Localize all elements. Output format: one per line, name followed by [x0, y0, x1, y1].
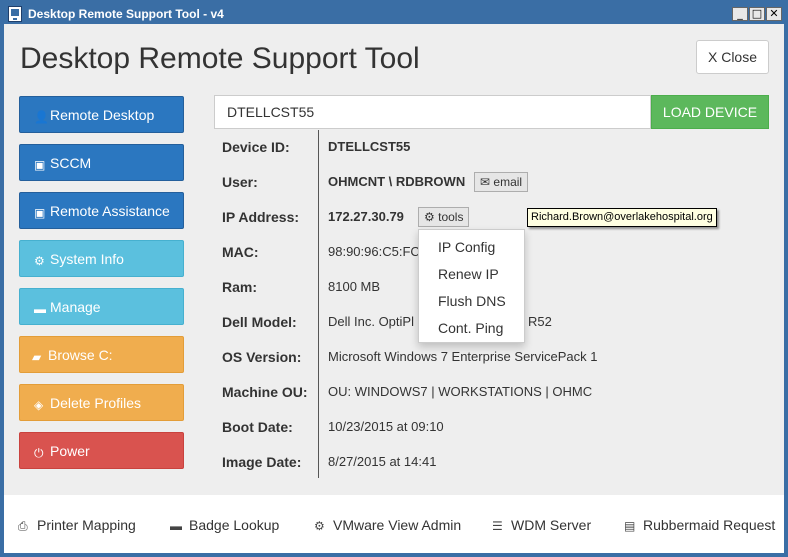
printer-icon: ⎙	[18, 519, 28, 533]
envelope-icon: ✉	[480, 175, 491, 189]
vmware-view-admin-link[interactable]: ⚙ VMware View Admin	[314, 517, 461, 533]
machine-ou-label: Machine OU:	[222, 384, 308, 400]
rubbermaid-request-link[interactable]: ▤ Rubbermaid Request	[624, 517, 775, 533]
image-date-label: Image Date:	[222, 454, 302, 470]
os-version-value: Microsoft Windows 7 Enterprise ServicePa…	[328, 349, 598, 364]
system-info-button[interactable]: ⚙ System Info	[19, 240, 184, 277]
manage-label: Manage	[50, 299, 101, 315]
user-value: OHMCNT \ RDBROWN	[328, 174, 466, 189]
wdm-server-link[interactable]: ☰ WDM Server	[492, 517, 591, 533]
card-icon: ▬	[170, 519, 182, 533]
email-tooltip: Richard.Brown@overlakehospital.org	[527, 208, 717, 227]
badge-lookup-label: Badge Lookup	[189, 517, 280, 533]
window-icon: ▣	[34, 206, 46, 220]
email-label: email	[493, 175, 523, 189]
wdm-server-label: WDM Server	[511, 517, 592, 533]
power-label: Power	[50, 443, 90, 459]
rubbermaid-request-label: Rubbermaid Request	[643, 517, 776, 533]
window-close-button[interactable]: ✕	[766, 7, 782, 21]
device-id-label: Device ID:	[222, 139, 290, 155]
mac-label: MAC:	[222, 244, 259, 260]
window-title: Desktop Remote Support Tool - v4	[28, 7, 224, 21]
title-bar[interactable]: Desktop Remote Support Tool - v4 _ □ ✕	[4, 4, 784, 24]
monitor-icon: ▬	[34, 302, 46, 316]
device-id-value: DTELLCST55	[328, 139, 411, 154]
email-button[interactable]: ✉ email	[474, 172, 529, 192]
menu-item-ip-config[interactable]: IP Config	[419, 234, 524, 261]
detail-divider	[318, 130, 319, 478]
list-icon: ☰	[492, 519, 503, 533]
badge-lookup-link[interactable]: ▬ Badge Lookup	[170, 517, 279, 533]
menu-item-flush-dns[interactable]: Flush DNS	[419, 288, 524, 315]
tools-button[interactable]: ⚙ tools	[418, 207, 470, 227]
tools-label: tools	[438, 210, 464, 224]
menu-item-renew-ip[interactable]: Renew IP	[419, 261, 524, 288]
maximize-button[interactable]: □	[749, 7, 765, 21]
main-panel: Desktop Remote Support Tool X Close 👤Rem…	[4, 24, 784, 553]
close-button[interactable]: X Close	[696, 40, 769, 74]
browse-c-button[interactable]: ▰ Browse C:	[19, 336, 184, 373]
manage-button[interactable]: ▬ Manage	[19, 288, 184, 325]
dell-model-value: Dell Inc. OptiPl	[328, 314, 414, 329]
user-icon: 👤	[34, 110, 49, 124]
menu-item-cont-ping[interactable]: Cont. Ping	[419, 315, 524, 342]
boot-date-label: Boot Date:	[222, 419, 293, 435]
remote-assistance-label: Remote Assistance	[50, 203, 170, 219]
dell-model-label: Dell Model:	[222, 314, 297, 330]
vmware-view-admin-label: VMware View Admin	[333, 517, 462, 533]
document-icon: ▤	[624, 519, 636, 533]
remote-desktop-label: Remote Desktop	[50, 107, 155, 123]
load-device-button[interactable]: LOAD DEVICE	[651, 95, 769, 129]
machine-ou-value: OU: WINDOWS7 | WORKSTATIONS | OHMC	[328, 384, 593, 399]
sccm-label: SCCM	[50, 155, 92, 171]
app-window: Desktop Remote Support Tool - v4 _ □ ✕ D…	[0, 0, 788, 557]
gear-icon: ⚙	[314, 519, 325, 533]
ram-value: 8100 MB	[328, 279, 381, 294]
eraser-icon: ◈	[34, 398, 44, 412]
page-title: Desktop Remote Support Tool	[20, 42, 420, 75]
dell-model-value-suffix: R52	[528, 314, 552, 329]
delete-profiles-button[interactable]: ◈ Delete Profiles	[19, 384, 184, 421]
remote-assistance-button[interactable]: ▣ Remote Assistance	[19, 192, 184, 229]
delete-profiles-label: Delete Profiles	[50, 395, 142, 411]
mac-value: 98:90:96:C5:FC	[328, 244, 420, 259]
ip-address-label: IP Address:	[222, 209, 300, 225]
image-date-value: 8/27/2015 at 14:41	[328, 454, 437, 469]
user-label: User:	[222, 174, 258, 190]
printer-mapping-label: Printer Mapping	[37, 517, 136, 533]
tools-dropdown-menu: IP Config Renew IP Flush DNS Cont. Ping	[418, 229, 525, 343]
os-version-label: OS Version:	[222, 349, 302, 365]
power-button[interactable]: ⏻ Power	[19, 432, 184, 469]
window-icon: ▣	[34, 158, 46, 172]
footer-bar: ⎙ Printer Mapping ▬ Badge Lookup ⚙ VMware V…	[4, 495, 784, 553]
gear-icon: ⚙	[424, 210, 435, 224]
app-icon	[8, 6, 22, 22]
device-input[interactable]: DTELLCST55	[214, 95, 651, 129]
remote-desktop-button[interactable]: 👤Remote Desktop	[19, 96, 184, 133]
ip-address-value: 172.27.30.79	[328, 209, 404, 224]
power-icon: ⏻	[34, 446, 44, 460]
boot-date-value: 10/23/2015 at 09:10	[328, 419, 444, 434]
system-info-label: System Info	[50, 251, 124, 267]
sccm-button[interactable]: ▣ SCCM	[19, 144, 184, 181]
printer-mapping-link[interactable]: ⎙ Printer Mapping	[18, 517, 136, 534]
gear-icon: ⚙	[34, 254, 45, 268]
ram-label: Ram:	[222, 279, 258, 295]
folder-icon: ▰	[32, 350, 42, 364]
browse-c-label: Browse C:	[48, 347, 113, 363]
minimize-button[interactable]: _	[732, 7, 748, 21]
